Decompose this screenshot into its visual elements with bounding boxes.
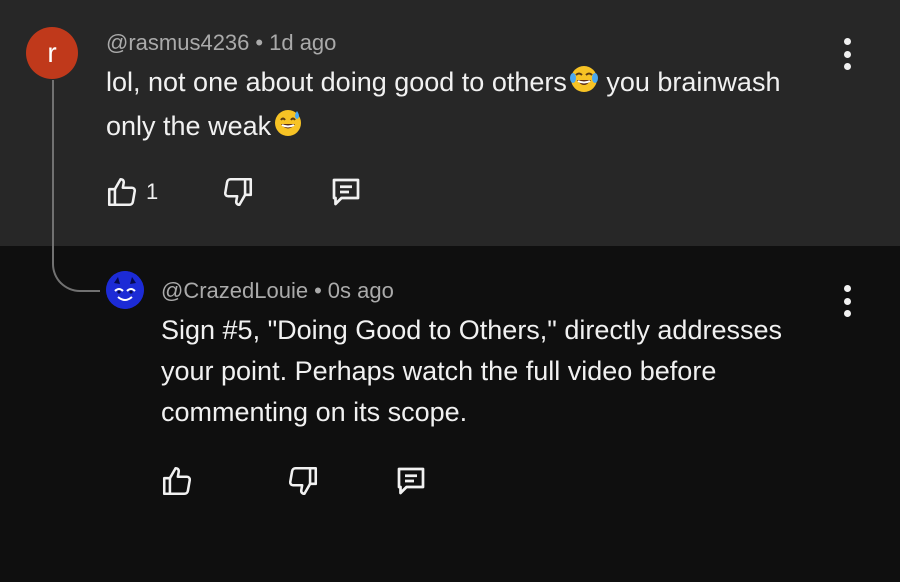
meta-separator: • [255, 30, 264, 55]
avatar[interactable]: r [26, 27, 78, 79]
comment-meta: @rasmus4236 • 1d ago [106, 30, 336, 56]
like-button[interactable] [102, 172, 142, 212]
comment-text-line: commenting on its scope. [161, 397, 468, 427]
comment-text: lol, not one about doing good to others … [106, 62, 826, 150]
author-name[interactable]: @CrazedLouie [161, 278, 308, 303]
avatar-letter: r [47, 37, 57, 68]
comment-icon [397, 467, 425, 495]
comment-meta: @CrazedLouie • 0s ago [161, 278, 394, 304]
face-with-tears-of-joy-icon [569, 64, 599, 106]
comment-text-line: your point. Perhaps watch the full video… [161, 356, 717, 386]
dislike-button[interactable] [283, 461, 323, 501]
timestamp[interactable]: 1d ago [269, 30, 336, 55]
thumbs-up-icon [162, 466, 192, 496]
author-name[interactable]: @rasmus4236 [106, 30, 249, 55]
like-count: 1 [146, 179, 159, 204]
thumbs-down-icon [224, 177, 253, 207]
more-options-icon[interactable] [841, 38, 853, 70]
thumbs-down-icon [288, 466, 318, 496]
timestamp[interactable]: 0s ago [328, 278, 394, 303]
like-button[interactable] [157, 461, 197, 501]
comment-text-part: lol, not one about doing good to others [106, 67, 567, 97]
reply-button[interactable] [391, 461, 431, 501]
meta-separator: • [314, 278, 322, 303]
more-options-icon[interactable] [841, 285, 853, 317]
comment-icon [332, 178, 360, 206]
grinning-sweat-face-icon [273, 108, 303, 150]
comment-actions: 1 [102, 172, 366, 212]
comment-text-part: only the weak [106, 111, 272, 141]
comment-text-line: Sign #5, "Doing Good to Others," directl… [161, 315, 782, 345]
thread-connector-line [52, 80, 100, 292]
comment-text: Sign #5, "Doing Good to Others," directl… [161, 310, 841, 433]
comment-actions [157, 461, 431, 501]
thumbs-up-icon [107, 177, 137, 207]
dislike-button[interactable] [218, 172, 258, 212]
reply-button[interactable] [326, 172, 366, 212]
avatar[interactable] [106, 271, 144, 309]
comment-text-part: you brainwash [598, 67, 781, 97]
